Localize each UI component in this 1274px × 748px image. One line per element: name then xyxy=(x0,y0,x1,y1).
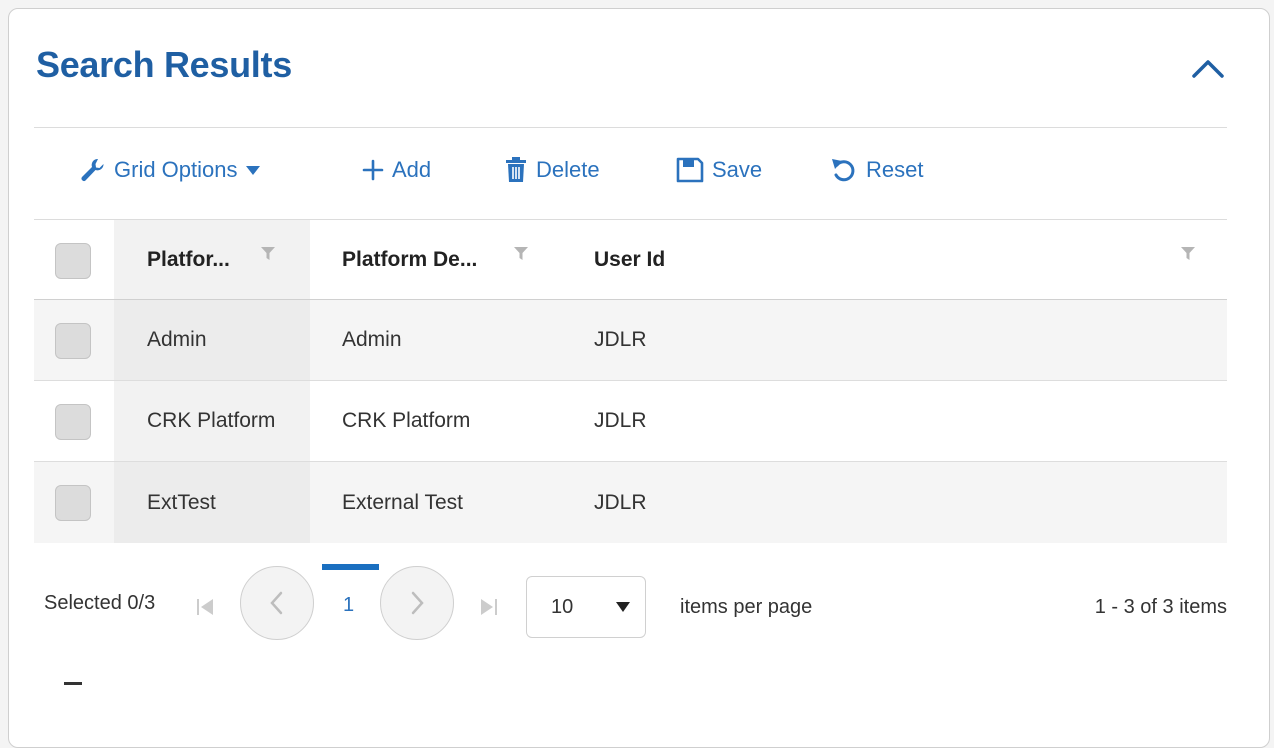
cell-platform: Admin xyxy=(147,328,207,351)
first-page-icon[interactable] xyxy=(194,596,216,618)
cell-user-id: JDLR xyxy=(594,490,647,514)
column-header-platform-description[interactable]: Platform De... xyxy=(342,220,477,299)
add-button[interactable]: Add xyxy=(362,148,431,192)
grid-toolbar: Grid Options Add Delete Save Reset xyxy=(34,148,1227,192)
selected-count: Selected 0/3 xyxy=(44,592,156,614)
cell-platform: CRK Platform xyxy=(147,409,276,432)
grid-options-label: Grid Options xyxy=(114,157,238,182)
filter-icon[interactable] xyxy=(260,246,276,262)
chevron-up-icon xyxy=(1192,60,1224,78)
cell-platform-description: CRK Platform xyxy=(342,409,471,432)
row-checkbox[interactable] xyxy=(55,404,91,440)
column-header-platform[interactable]: Platfor... xyxy=(147,220,230,299)
chevron-right-icon xyxy=(411,591,424,615)
pager: Selected 0/3 1 10 items per page 1 - 3 o… xyxy=(34,560,1227,650)
save-button[interactable]: Save xyxy=(676,148,762,192)
add-label: Add xyxy=(392,157,432,182)
plus-icon xyxy=(362,159,384,181)
dash-mark: – xyxy=(64,682,82,685)
cell-platform-description: External Test xyxy=(342,490,464,514)
collapse-button[interactable] xyxy=(1188,52,1228,84)
reset-button[interactable]: Reset xyxy=(830,148,923,192)
reset-label: Reset xyxy=(866,157,924,182)
row-checkbox[interactable] xyxy=(55,323,91,359)
filter-icon[interactable] xyxy=(1180,246,1196,262)
cell-user-id: JDLR xyxy=(594,409,647,432)
select-all-checkbox[interactable] xyxy=(55,243,91,279)
items-summary: 1 - 3 of 3 items xyxy=(1094,596,1227,618)
page-size-select[interactable]: 10 xyxy=(526,576,646,638)
cell-platform-description: Admin xyxy=(342,328,402,351)
items-per-page-label: items per page xyxy=(680,596,813,618)
last-page-icon[interactable] xyxy=(478,596,500,618)
undo-icon xyxy=(832,159,855,182)
grid-options-button[interactable]: Grid Options xyxy=(78,148,262,192)
column-shade xyxy=(114,300,310,380)
page-size-value: 10 xyxy=(551,596,574,618)
floppy-disk-icon xyxy=(676,157,704,183)
chevron-left-icon xyxy=(270,591,283,615)
cell-user-id: JDLR xyxy=(594,328,647,351)
table-row[interactable]: Admin Admin JDLR xyxy=(34,300,1227,381)
wrench-icon xyxy=(81,158,104,181)
delete-button[interactable]: Delete xyxy=(504,148,600,192)
table-row[interactable]: CRK Platform CRK Platform JDLR xyxy=(34,381,1227,462)
cell-platform: ExtTest xyxy=(147,490,216,514)
table-row[interactable]: ExtTest External Test JDLR xyxy=(34,462,1227,543)
caret-down-icon xyxy=(245,166,260,175)
grid-header-row: Platfor... Platform De... User Id xyxy=(34,220,1227,300)
column-header-user-id[interactable]: User Id xyxy=(594,220,665,299)
filter-icon[interactable] xyxy=(513,246,529,262)
page-title: Search Results xyxy=(36,44,292,85)
row-checkbox[interactable] xyxy=(55,485,91,521)
previous-page-button[interactable] xyxy=(240,566,314,640)
header-divider xyxy=(34,127,1227,128)
delete-label: Delete xyxy=(536,157,600,182)
trash-icon xyxy=(506,157,526,182)
caret-down-icon xyxy=(616,602,630,612)
current-page-number[interactable]: 1 xyxy=(343,594,354,617)
next-page-button[interactable] xyxy=(380,566,454,640)
save-label: Save xyxy=(712,157,763,182)
active-page-indicator xyxy=(322,564,379,570)
